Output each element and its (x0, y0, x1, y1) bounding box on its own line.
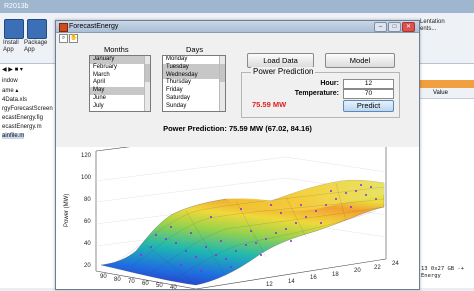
package-app-button[interactable] (27, 19, 47, 39)
scrollbar-thumb[interactable] (145, 64, 150, 82)
file-row-selected[interactable]: ainfile.m (2, 133, 25, 139)
file-row[interactable]: indow (2, 78, 18, 84)
months-scrollbar[interactable] (144, 56, 150, 111)
list-item[interactable]: April (90, 79, 150, 87)
hour-label: Hour: (320, 80, 339, 87)
command-window-text: 13 0x27 GB -+ Energy (421, 266, 465, 279)
z-tick: 40 (84, 241, 91, 247)
x-tick: 50 (156, 283, 163, 289)
z-axis-label: Power (MW) (64, 194, 70, 227)
package-label: Package (24, 40, 48, 46)
z-tick: 60 (84, 219, 91, 225)
scrollbar-thumb[interactable] (220, 64, 225, 82)
workspace-highlight (419, 80, 474, 88)
list-item[interactable]: Monday (163, 56, 225, 64)
list-item[interactable]: January (90, 56, 150, 64)
install-label-2: App (3, 47, 14, 53)
months-label: Months (104, 45, 129, 54)
list-item[interactable]: February (90, 64, 150, 72)
desktop-title-bar: R2013b (0, 0, 474, 13)
months-listbox[interactable]: January February March April May June Ju… (89, 55, 151, 112)
workspace-pane: Value 13 0x27 GB -+ Energy (418, 64, 474, 288)
window-title-bar[interactable]: ForecastEnergy – □ ✕ (56, 21, 419, 33)
pan-icon[interactable]: ✋ (69, 34, 78, 43)
current-folder-pane: ◀ ▶ ■ ▾ indow ame ▴ 4Data.xls rgyForecas… (0, 64, 59, 288)
file-row[interactable]: rgyForecastScreen (2, 106, 53, 112)
prediction-result: 75.59 MW (252, 100, 287, 109)
z-tick: 20 (84, 263, 91, 269)
figure-toolbar: ⌕ ✋ (56, 33, 419, 43)
package-label-2: App (24, 47, 35, 53)
forecast-energy-window: ForecastEnergy – □ ✕ ⌕ ✋ Months January … (55, 20, 420, 291)
x-tick: 80 (114, 277, 121, 283)
y-tick: 14 (288, 279, 295, 285)
list-item[interactable]: May (90, 87, 150, 95)
y-tick: 16 (310, 275, 317, 281)
y-tick: 18 (332, 272, 339, 278)
ribbon-right-label: Lentation ents... (420, 19, 445, 33)
zoom-icon[interactable]: ⌕ (59, 34, 68, 43)
maximize-button[interactable]: □ (388, 22, 401, 32)
y-tick: 20 (354, 268, 361, 274)
surface-plot-svg: 120 100 80 60 40 20 Power (MW) 90 80 70 … (64, 126, 399, 291)
list-item[interactable]: Thursday (163, 79, 225, 87)
y-tick: 12 (266, 282, 273, 288)
list-item[interactable]: March (90, 72, 150, 80)
install-app-button[interactable] (4, 19, 24, 39)
list-item[interactable]: Sunday (163, 103, 225, 111)
hour-input[interactable]: 12 (343, 79, 394, 89)
x-tick: 40 (170, 285, 177, 289)
days-scrollbar[interactable] (219, 56, 225, 111)
file-row[interactable]: ecastEnergy.fig (2, 115, 43, 121)
temperature-input[interactable]: 70 (343, 89, 394, 99)
y-tick: 22 (374, 265, 381, 271)
days-label: Days (186, 45, 204, 54)
days-listbox[interactable]: Monday Tuesday Wednesday Thursday Friday… (162, 55, 226, 112)
list-item[interactable]: June (90, 95, 150, 103)
ribbon-right-text-2: ents... (420, 26, 437, 32)
load-data-button[interactable]: Load Data (247, 53, 314, 68)
file-row[interactable]: 4Data.xls (2, 97, 27, 103)
list-item[interactable]: Saturday (163, 95, 225, 103)
minimize-button[interactable]: – (374, 22, 387, 32)
surface-plot[interactable]: 120 100 80 60 40 20 Power (MW) 90 80 70 … (56, 126, 419, 291)
file-row[interactable]: ecastEnergy.m (2, 124, 42, 130)
install-app-label: Install App (3, 40, 19, 54)
list-item[interactable]: July (90, 103, 150, 111)
window-title: ForecastEnergy (69, 23, 119, 30)
list-item[interactable]: Friday (163, 87, 225, 95)
ribbon-right-text: Lentation (420, 19, 445, 25)
model-button[interactable]: Model (325, 53, 395, 68)
matlab-figure-icon (59, 23, 68, 32)
plot-title: Power Prediction: 75.59 MW (67.02, 84.16… (163, 124, 312, 133)
folder-nav-icons[interactable]: ◀ ▶ ■ ▾ (2, 66, 23, 73)
y-tick: 24 (392, 261, 399, 267)
desktop-title: R2013b (4, 3, 29, 10)
x-tick: 70 (128, 279, 135, 285)
install-label: Install (3, 40, 19, 46)
power-prediction-title: Power Prediction (251, 67, 316, 76)
package-app-label: Package App (24, 40, 47, 54)
temperature-label: Temperature: (294, 90, 339, 97)
x-tick: 60 (142, 281, 149, 287)
x-tick: 90 (100, 274, 107, 280)
z-tick: 100 (81, 175, 92, 181)
list-item[interactable]: Tuesday (163, 63, 225, 72)
workspace-value-header: Value (419, 88, 474, 99)
z-tick: 80 (84, 197, 91, 203)
z-tick: 120 (81, 153, 92, 159)
list-item[interactable]: Wednesday (163, 71, 225, 80)
predict-button[interactable]: Predict (343, 100, 394, 112)
close-button[interactable]: ✕ (402, 22, 415, 32)
file-row[interactable]: ame ▴ (2, 87, 18, 94)
